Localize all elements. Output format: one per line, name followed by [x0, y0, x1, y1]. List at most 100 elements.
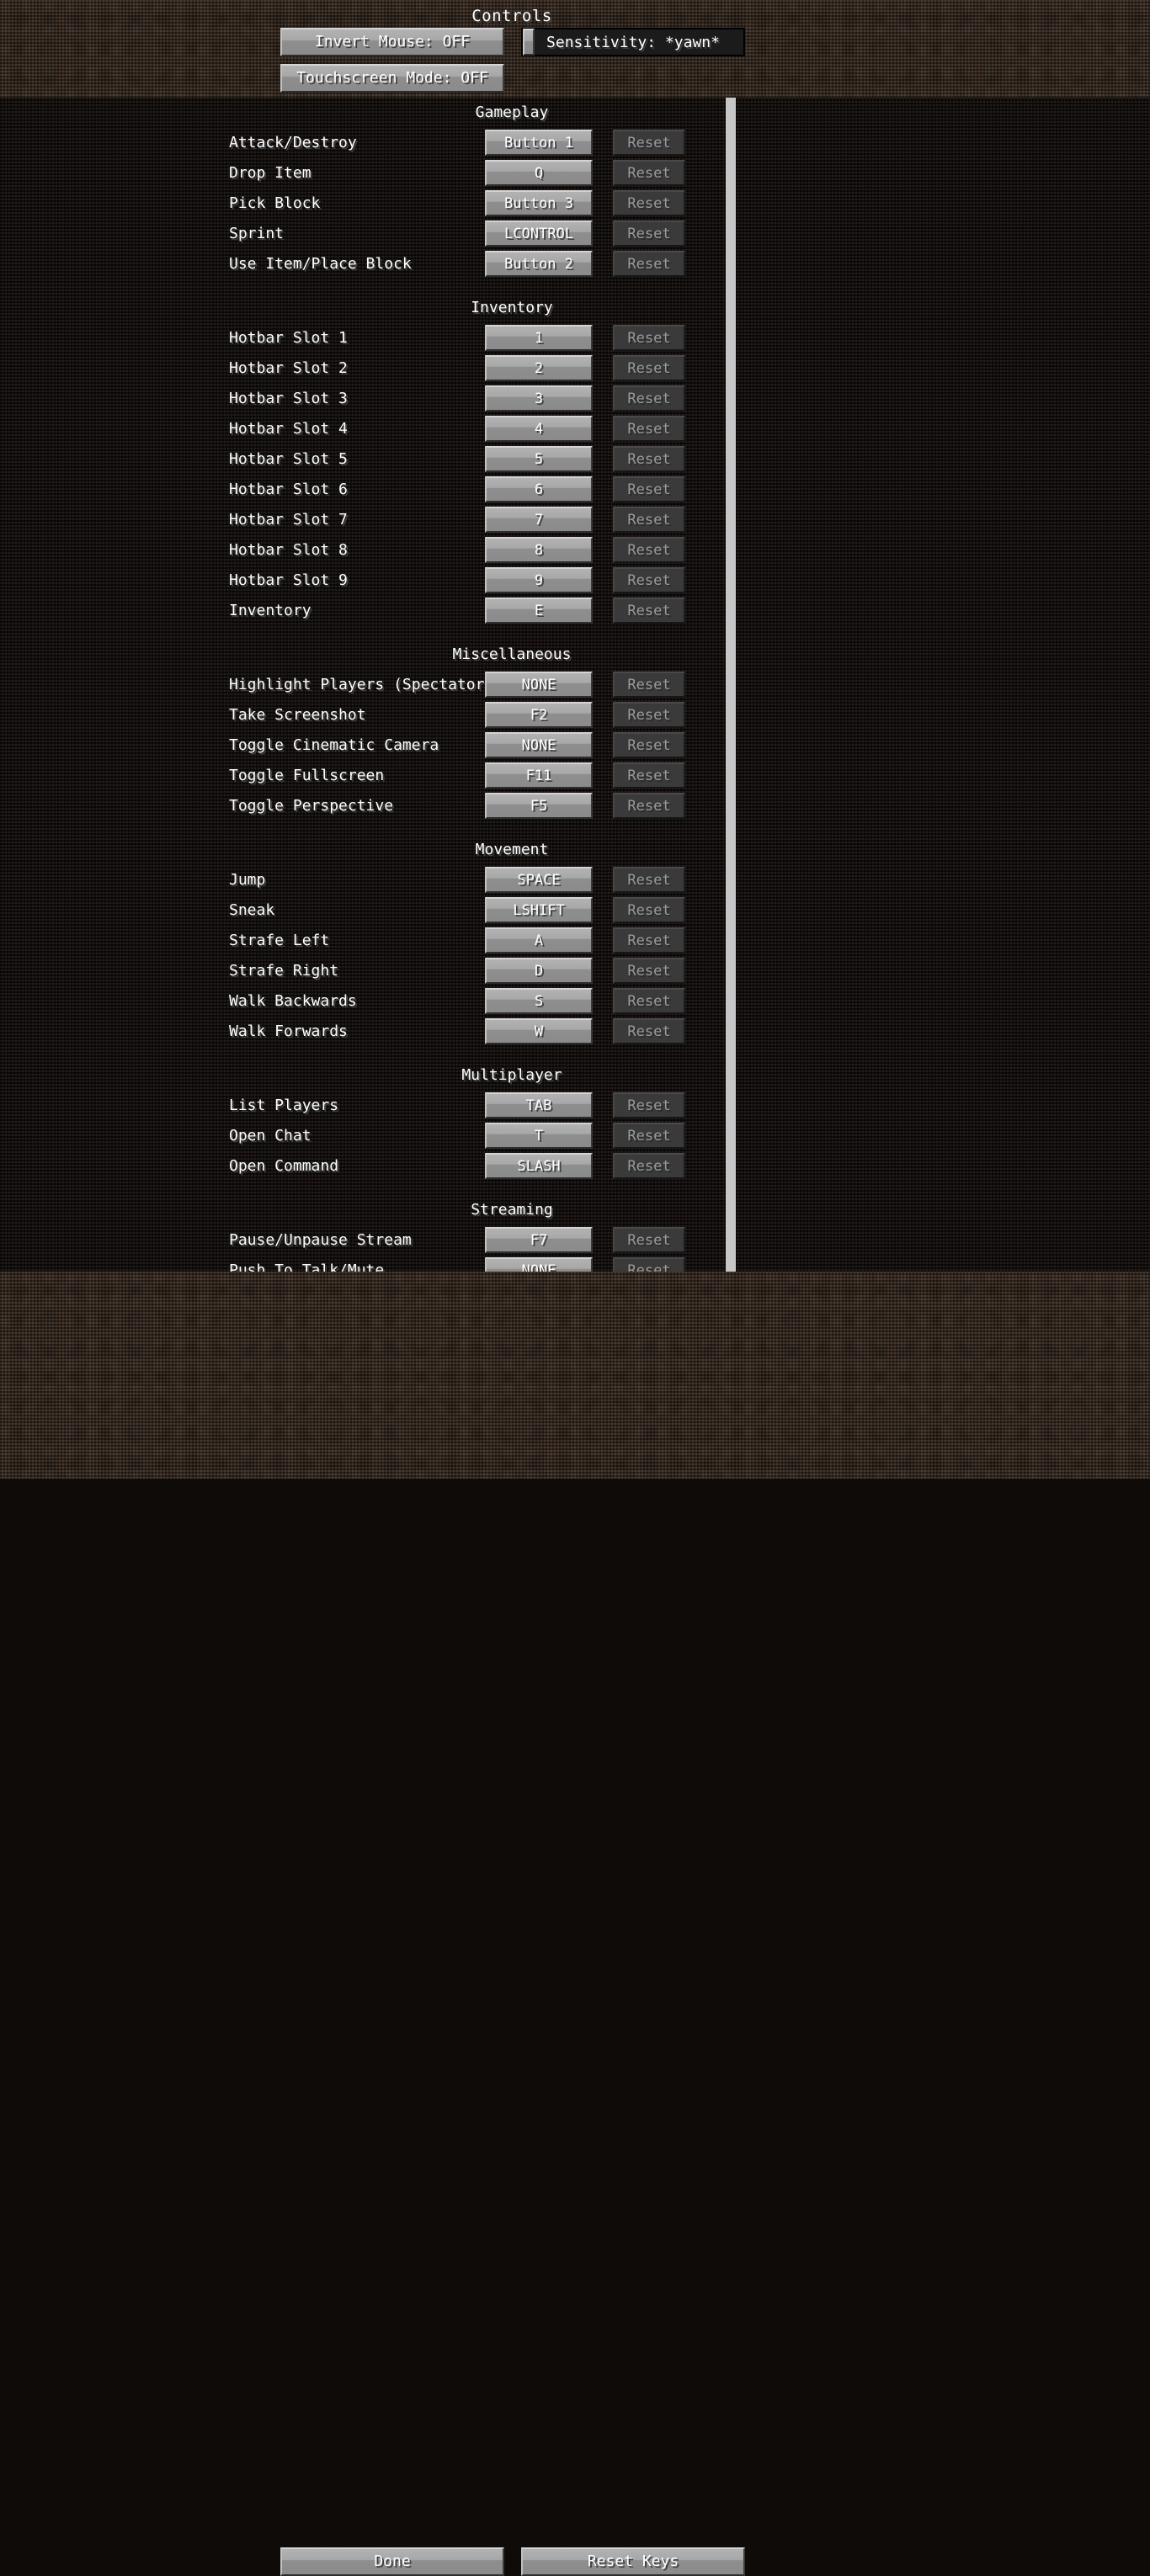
keybind-label: Open Chat — [229, 1127, 311, 1145]
sensitivity-slider-label: Sensitivity: *yawn* — [546, 33, 720, 51]
keybind-button[interactable]: Button 3 — [485, 190, 593, 216]
keybind-button[interactable]: 7 — [485, 507, 593, 533]
controls-screen: Controls Invert Mouse: OFF Touchscreen M… — [0, 0, 1150, 2576]
reset-button: Reset — [613, 867, 685, 893]
keybind-label: Jump — [229, 871, 266, 889]
keybind-label: Toggle Fullscreen — [229, 767, 385, 784]
keybind-label: Push To Talk/Mute — [229, 1261, 385, 1272]
reset-button: Reset — [613, 355, 685, 381]
reset-keys-button[interactable]: Reset Keys — [521, 2547, 745, 2576]
reset-button: Reset — [613, 1257, 685, 1272]
reset-button: Reset — [613, 927, 685, 953]
keybind-button[interactable]: LSHIFT — [485, 897, 593, 923]
keybind-label: Hotbar Slot 2 — [229, 359, 348, 377]
sensitivity-slider-handle[interactable] — [523, 29, 535, 56]
page-title: Controls — [471, 7, 552, 25]
keybind-button[interactable]: 4 — [485, 416, 593, 442]
reset-button: Reset — [613, 958, 685, 984]
reset-button: Reset — [613, 507, 685, 533]
reset-button: Reset — [613, 446, 685, 472]
keybind-button[interactable]: SPACE — [485, 867, 593, 893]
reset-button: Reset — [613, 160, 685, 186]
reset-button: Reset — [613, 567, 685, 593]
keybind-button[interactable]: Q — [485, 160, 593, 186]
keybind-label: Sneak — [229, 901, 275, 919]
keybind-label: Open Command — [229, 1157, 339, 1175]
keybind-button[interactable]: SLASH — [485, 1153, 593, 1179]
keybind-button[interactable]: F11 — [485, 762, 593, 789]
reset-button: Reset — [613, 190, 685, 216]
reset-button: Reset — [613, 1018, 685, 1044]
keybind-button[interactable]: NONE — [485, 732, 593, 758]
keybind-button[interactable]: NONE — [485, 1257, 593, 1272]
reset-button: Reset — [613, 1153, 685, 1179]
keybind-label: Toggle Perspective — [229, 797, 394, 815]
keybind-label: Sprint — [229, 225, 285, 242]
keybind-button[interactable]: W — [485, 1018, 593, 1044]
keybind-button[interactable]: D — [485, 958, 593, 984]
keybind-button[interactable]: 8 — [485, 537, 593, 563]
reset-button: Reset — [613, 732, 685, 758]
keybind-button[interactable]: 2 — [485, 355, 593, 381]
reset-button: Reset — [613, 897, 685, 923]
list-scrollbar-thumb[interactable] — [726, 98, 736, 1272]
reset-button: Reset — [613, 988, 685, 1014]
list-right-gutter — [736, 98, 1150, 1272]
reset-button: Reset — [613, 762, 685, 789]
keybind-label: Strafe Left — [229, 932, 330, 949]
keybind-button[interactable]: 3 — [485, 385, 593, 412]
keybind-label: Attack/Destroy — [229, 134, 357, 151]
keybind-button[interactable]: Button 1 — [485, 130, 593, 156]
keybind-button[interactable]: 9 — [485, 567, 593, 593]
keybind-label: List Players — [229, 1097, 339, 1114]
keybind-label: Take Screenshot — [229, 706, 366, 724]
keybind-label: Pause/Unpause Stream — [229, 1231, 412, 1249]
keybind-label: Hotbar Slot 4 — [229, 420, 348, 438]
keybind-button[interactable]: E — [485, 598, 593, 624]
reset-button: Reset — [613, 537, 685, 563]
reset-button: Reset — [613, 416, 685, 442]
keybind-button[interactable]: 5 — [485, 446, 593, 472]
keybind-button[interactable]: T — [485, 1123, 593, 1149]
keybind-button[interactable]: NONE — [485, 672, 593, 698]
controls-header: Controls Invert Mouse: OFF Touchscreen M… — [0, 0, 1150, 98]
keybind-label: Drop Item — [229, 164, 311, 182]
keybind-button[interactable]: LCONTROL — [485, 220, 593, 247]
keybind-label: Hotbar Slot 6 — [229, 481, 348, 498]
keybind-button[interactable]: 6 — [485, 476, 593, 502]
reset-button: Reset — [613, 672, 685, 698]
sensitivity-slider[interactable]: Sensitivity: *yawn* — [521, 28, 745, 56]
keybind-button[interactable]: TAB — [485, 1092, 593, 1118]
reset-button: Reset — [613, 251, 685, 277]
touchscreen-mode-toggle[interactable]: Touchscreen Mode: OFF — [280, 64, 504, 93]
keybind-label: Use Item/Place Block — [229, 255, 412, 273]
keybind-button[interactable]: F7 — [485, 1227, 593, 1253]
keybind-label: Hotbar Slot 3 — [229, 390, 348, 407]
keybind-label: Strafe Right — [229, 962, 339, 980]
keybind-button[interactable]: A — [485, 927, 593, 953]
keybind-button[interactable]: 1 — [485, 325, 593, 351]
list-scrollbar-track[interactable] — [726, 98, 736, 1272]
reset-button: Reset — [613, 325, 685, 351]
controls-footer: Done Reset Keys — [0, 1272, 1150, 2576]
keybind-button[interactable]: F5 — [485, 793, 593, 819]
reset-button: Reset — [613, 220, 685, 247]
keybind-label: Hotbar Slot 9 — [229, 571, 348, 589]
reset-button: Reset — [613, 385, 685, 412]
keybind-button[interactable]: Button 2 — [485, 251, 593, 277]
keybind-label: Toggle Cinematic Camera — [229, 736, 439, 754]
reset-button: Reset — [613, 702, 685, 728]
invert-mouse-toggle[interactable]: Invert Mouse: OFF — [280, 28, 504, 56]
keybind-label: Hotbar Slot 7 — [229, 511, 348, 528]
reset-button: Reset — [613, 1227, 685, 1253]
keybind-button[interactable]: S — [485, 988, 593, 1014]
keybind-button[interactable]: F2 — [485, 702, 593, 728]
done-button[interactable]: Done — [280, 2547, 504, 2576]
keybind-label: Walk Forwards — [229, 1022, 348, 1040]
reset-button: Reset — [613, 598, 685, 624]
keybind-label: Highlight Players (Spectators) — [229, 676, 503, 693]
keybind-label: Hotbar Slot 1 — [229, 329, 348, 347]
reset-button: Reset — [613, 476, 685, 502]
keybind-label: Walk Backwards — [229, 992, 357, 1010]
reset-button: Reset — [613, 1123, 685, 1149]
